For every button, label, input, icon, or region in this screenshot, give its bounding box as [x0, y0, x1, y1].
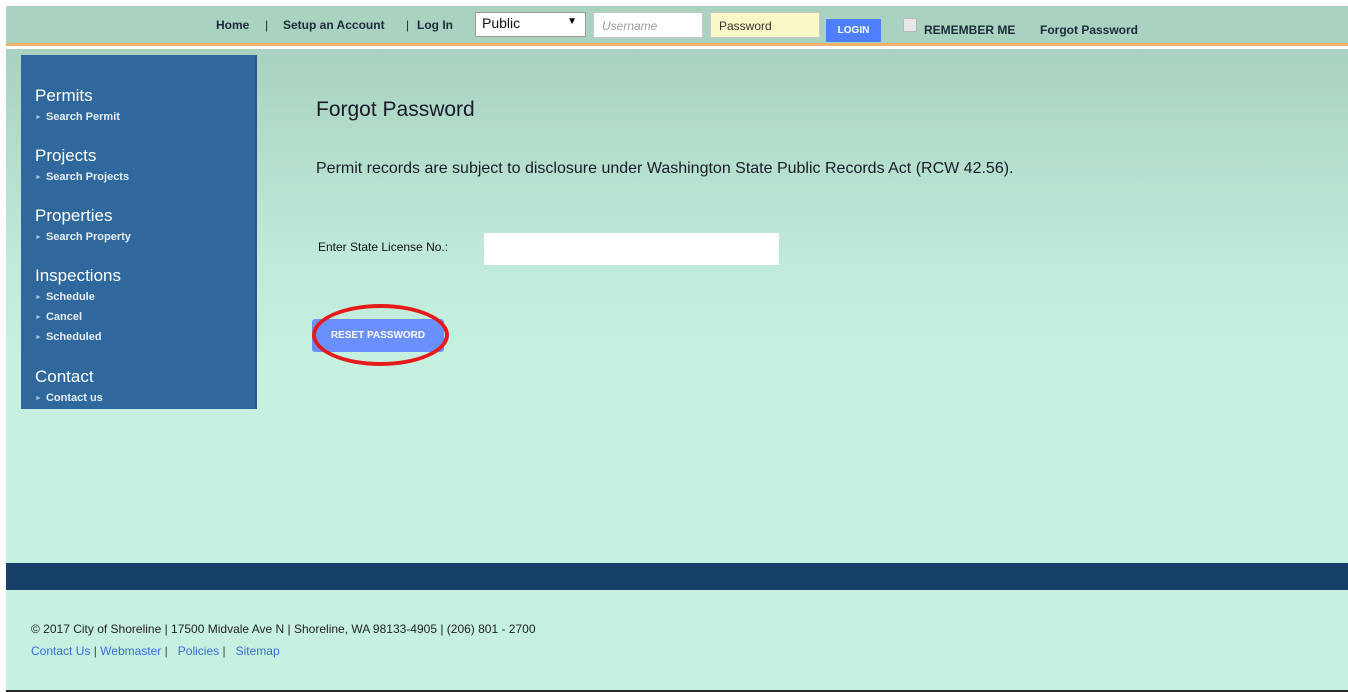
triangle-right-icon: ► — [35, 114, 42, 121]
login-link[interactable]: Log In — [417, 18, 453, 32]
sidebar-heading-inspections: Inspections — [35, 266, 121, 285]
sidebar-item-search-permit[interactable]: ► Search Permit — [35, 111, 120, 123]
sidebar-item-search-projects[interactable]: ► Search Projects — [35, 171, 129, 183]
sidebar-heading-properties: Properties — [35, 206, 113, 225]
remember-me-checkbox[interactable] — [903, 18, 917, 32]
nav-separator: | — [265, 18, 269, 32]
triangle-right-icon: ► — [35, 314, 42, 321]
footer-link-separator: | — [164, 644, 178, 658]
triangle-right-icon: ► — [35, 395, 42, 402]
reset-password-button[interactable]: RESET PASSWORD — [312, 319, 444, 352]
footer-band — [6, 563, 1348, 590]
password-input[interactable]: Password — [710, 12, 820, 38]
nav-separator: | — [406, 18, 410, 32]
footer-link-webmaster[interactable]: Webmaster — [100, 644, 161, 658]
sidebar-item-cancel[interactable]: ► Cancel — [35, 311, 82, 323]
public-records-notice: Permit records are subject to disclosure… — [316, 160, 1014, 177]
page: Home | Setup an Account | Log In Public … — [0, 0, 1348, 692]
sidebar-item-label: Search Permit — [45, 111, 120, 123]
footer-link-policies[interactable]: Policies — [178, 644, 219, 658]
username-input[interactable]: Username — [593, 12, 703, 38]
footer-links: Contact Us | Webmaster | Policies | Site… — [31, 644, 280, 658]
login-button[interactable]: LOGIN — [826, 19, 881, 42]
footer-link-contact-us[interactable]: Contact Us — [31, 644, 90, 658]
setup-account-link[interactable]: Setup an Account — [283, 18, 385, 32]
sidebar-item-contact-us[interactable]: ► Contact us — [35, 392, 103, 404]
footer-contact-info: © 2017 City of Shoreline | 17500 Midvale… — [31, 622, 536, 636]
sidebar-item-search-property[interactable]: ► Search Property — [35, 231, 131, 243]
home-link[interactable]: Home — [216, 18, 249, 32]
state-license-input[interactable] — [484, 233, 779, 265]
remember-me-label: REMEMBER ME — [924, 23, 1016, 37]
role-select[interactable]: Public ▼ — [475, 12, 586, 37]
triangle-right-icon: ► — [35, 234, 42, 241]
license-label: Enter State License No.: — [318, 240, 449, 254]
triangle-right-icon: ► — [35, 334, 42, 341]
footer: © 2017 City of Shoreline | 17500 Midvale… — [6, 590, 1348, 692]
role-select-value: Public — [482, 15, 521, 31]
triangle-right-icon: ► — [35, 174, 42, 181]
sidebar-item-label: Schedule — [45, 291, 95, 303]
footer-link-sitemap[interactable]: Sitemap — [236, 644, 280, 658]
top-nav-bar: Home | Setup an Account | Log In Public … — [6, 6, 1348, 46]
sidebar-item-label: Search Projects — [45, 171, 130, 183]
forgot-password-link[interactable]: Forgot Password — [1040, 23, 1138, 37]
sidebar-item-scheduled[interactable]: ► Scheduled — [35, 331, 102, 343]
sidebar-heading-permits: Permits — [35, 86, 93, 105]
sidebar-item-label: Cancel — [45, 311, 83, 323]
sidebar-item-label: Contact us — [45, 392, 103, 404]
sidebar-heading-projects: Projects — [35, 146, 97, 165]
sidebar-item-label: Search Property — [45, 231, 131, 243]
sidebar-heading-contact: Contact — [35, 367, 94, 386]
left-edge — [0, 49, 6, 692]
page-title: Forgot Password — [316, 98, 475, 121]
dropdown-arrow-icon: ▼ — [567, 16, 577, 27]
footer-link-separator: | — [222, 644, 236, 658]
triangle-right-icon: ► — [35, 294, 42, 301]
sidebar-item-schedule[interactable]: ► Schedule — [35, 291, 95, 303]
sidebar-item-label: Scheduled — [45, 331, 102, 343]
